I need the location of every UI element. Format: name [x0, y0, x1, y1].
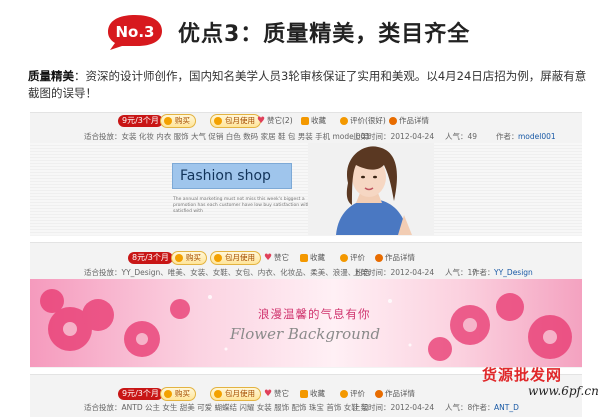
work-detail-button[interactable]: 作品详情: [375, 252, 415, 264]
author-link[interactable]: YY_Design: [494, 267, 533, 279]
favorite-button[interactable]: 收藏: [300, 252, 325, 264]
clock-icon: [214, 254, 222, 262]
price-tag: 9元/3个月: [118, 388, 168, 400]
monthly-label: 包月使用: [225, 116, 255, 125]
detail-label: 作品详情: [385, 253, 415, 262]
buy-label: 购买: [175, 116, 190, 125]
detail-icon: [375, 390, 383, 398]
date-text: 上架时间：2012-04-24: [353, 403, 435, 412]
date-text: 上架时间：2012-04-24: [353, 132, 435, 141]
tags-text: 适合投放：YY_Design、唯美、女装、女鞋、女包、内衣、化妆品、柔美、浪漫、…: [84, 268, 371, 277]
favorite-button[interactable]: 收藏: [300, 388, 325, 400]
evaluate-label: 评价: [350, 389, 365, 398]
flower-decoration: [40, 289, 572, 361]
author-label: 作者：: [472, 268, 495, 277]
like-button[interactable]: ♥ 赞它(2): [257, 115, 293, 127]
detail-label: 作品详情: [399, 116, 429, 125]
template-meta: 适合投放：女装 化妆 内衣 服饰 大气 促销 白色 数码 家居 鞋 包 男装 手…: [30, 131, 582, 143]
detail-icon: [389, 117, 397, 125]
popularity-text: 人气：8: [445, 403, 473, 412]
comment-icon: [340, 254, 348, 262]
template-meta: 适合投放：YY_Design、唯美、女装、女鞋、女包、内衣、化妆品、柔美、浪漫、…: [30, 267, 582, 279]
badge-text: No.3: [116, 23, 155, 41]
comment-icon: [340, 390, 348, 398]
no3-badge: No.3: [104, 13, 166, 51]
header: No.3 优点3：质量精美，类目齐全: [0, 0, 600, 62]
popularity-text: 人气：49: [445, 132, 478, 141]
monthly-label: 包月使用: [225, 253, 255, 262]
author-label: 作者：: [472, 403, 495, 412]
detail-label: 作品详情: [385, 389, 415, 398]
evaluate-button[interactable]: 评价(很好): [340, 115, 386, 127]
favorite-icon: [301, 117, 309, 125]
description-text: ：资深的设计师创作，国内知名美学人员3轮审核保证了实用和美观。以4月24日店招为…: [28, 69, 587, 100]
like-label: 赞它: [274, 253, 289, 262]
author-link[interactable]: model001: [518, 131, 556, 143]
tags-text: 适合投放：ANTD 公主 女生 甜美 可爱 蝴蝶结 闪耀 女装 服饰 配饰 珠宝…: [84, 403, 369, 412]
heart-icon: ♥: [264, 253, 273, 263]
like-label: 赞它(2): [267, 116, 293, 125]
evaluate-label: 评价(很好): [350, 116, 386, 125]
date-text: 上架时间：2012-04-24: [353, 268, 435, 277]
price-tag: 9元/3个月: [118, 115, 168, 127]
monthly-use-button[interactable]: 包月使用: [210, 387, 261, 401]
buy-button[interactable]: 购买: [160, 387, 196, 401]
author-label: 作者：: [496, 132, 519, 141]
banner-title-cn: 浪漫温馨的气息有你: [258, 307, 371, 321]
template-toolbar: 8元/3个月 购买 包月使用 ♥ 赞它 收藏 评价 作品详情: [30, 250, 582, 266]
flower-background-banner[interactable]: 浪漫温馨的气息有你 Flower Background: [30, 279, 582, 367]
like-button[interactable]: ♥ 赞它: [264, 388, 289, 400]
banner-small-text: The annual marketing must not miss this …: [173, 197, 319, 214]
clock-icon: [214, 117, 222, 125]
template-card-1: 9元/3个月 购买 包月使用 ♥ 赞它(2) 收藏 评价(很好) 作品详情 适合投…: [30, 112, 582, 236]
watermark-url: www.6pf.cn: [528, 384, 599, 398]
like-label: 赞它: [274, 389, 289, 398]
favorite-label: 收藏: [310, 253, 325, 262]
evaluate-button[interactable]: 评价: [340, 252, 365, 264]
buy-button[interactable]: 购买: [160, 114, 196, 128]
fashion-shop-banner[interactable]: Fashion shop The annual marketing must n…: [30, 143, 582, 235]
evaluate-label: 评价: [350, 253, 365, 262]
model-photo: [308, 143, 434, 235]
favorite-label: 收藏: [311, 116, 326, 125]
template-toolbar: 9元/3个月 购买 包月使用 ♥ 赞它 收藏 评价 作品详情: [30, 386, 582, 402]
monthly-use-button[interactable]: 包月使用: [210, 114, 261, 128]
cart-icon: [175, 254, 183, 262]
favorite-label: 收藏: [310, 389, 325, 398]
template-card-2: 8元/3个月 购买 包月使用 ♥ 赞它 收藏 评价 作品详情 适合投放：YY_De…: [30, 242, 582, 368]
buy-label: 购买: [186, 253, 201, 262]
buy-button[interactable]: 购买: [171, 251, 207, 265]
favorite-icon: [300, 390, 308, 398]
buy-label: 购买: [175, 389, 190, 398]
template-toolbar: 9元/3个月 购买 包月使用 ♥ 赞它(2) 收藏 评价(很好) 作品详情: [30, 113, 582, 129]
watermark-text: 货源批发网: [482, 366, 563, 384]
clock-icon: [214, 390, 222, 398]
detail-icon: [375, 254, 383, 262]
banner-title-en: Flower Background: [230, 325, 381, 343]
description: 质量精美：资深的设计师创作，国内知名美学人员3轮审核保证了实用和美观。以4月24…: [28, 68, 588, 102]
like-button[interactable]: ♥ 赞它: [264, 252, 289, 264]
monthly-label: 包月使用: [225, 389, 255, 398]
favorite-icon: [300, 254, 308, 262]
tags-text: 适合投放：女装 化妆 内衣 服饰 大气 促销 白色 数码 家居 鞋 包 男装 手…: [84, 132, 371, 141]
cart-icon: [164, 390, 172, 398]
favorite-button[interactable]: 收藏: [301, 115, 326, 127]
monthly-use-button[interactable]: 包月使用: [210, 251, 261, 265]
heart-icon: ♥: [257, 116, 266, 126]
comment-icon: [340, 117, 348, 125]
template-meta: 适合投放：ANTD 公主 女生 甜美 可爱 蝴蝶结 闪耀 女装 服饰 配饰 珠宝…: [30, 402, 582, 414]
author-link[interactable]: ANT_D: [494, 402, 519, 414]
description-label: 质量精美: [28, 69, 74, 83]
price-tag: 8元/3个月: [128, 252, 178, 264]
banner-title: Fashion shop: [172, 163, 292, 189]
page-headline: 优点3：质量精美，类目齐全: [178, 22, 471, 47]
work-detail-button[interactable]: 作品详情: [389, 115, 429, 127]
heart-icon: ♥: [264, 389, 273, 399]
cart-icon: [164, 117, 172, 125]
work-detail-button[interactable]: 作品详情: [375, 388, 415, 400]
evaluate-button[interactable]: 评价: [340, 388, 365, 400]
